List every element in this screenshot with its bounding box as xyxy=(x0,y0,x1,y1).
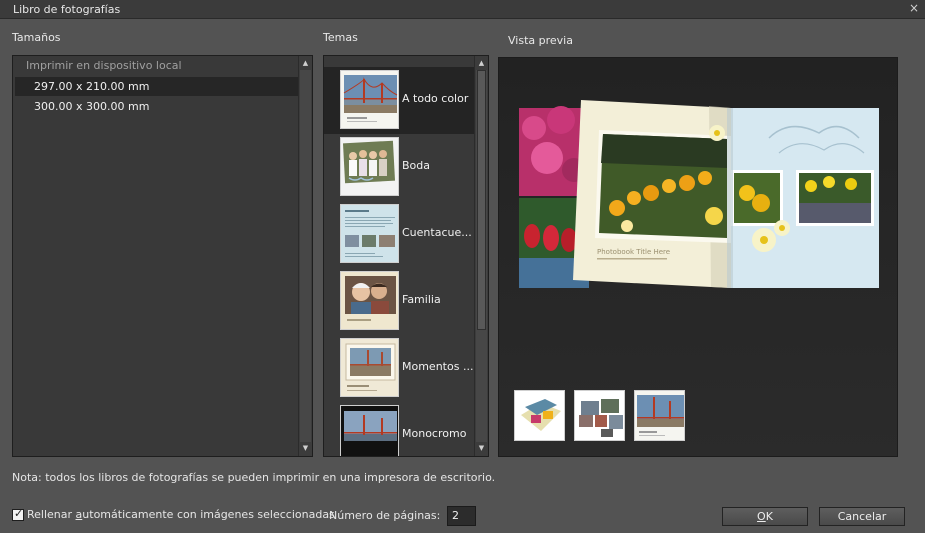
scroll-up-arrow-icon[interactable]: ▲ xyxy=(299,57,312,70)
autofill-label: Rellenar automáticamente con imágenes se… xyxy=(27,508,335,521)
theme-label: Familia xyxy=(402,293,441,306)
ok-button[interactable]: OK xyxy=(722,507,808,526)
sizes-scrollbar[interactable]: ▲ ▼ xyxy=(298,56,312,456)
pages-input[interactable]: 2 xyxy=(447,506,476,526)
theme-label: Monocromo xyxy=(402,427,467,440)
themes-list[interactable]: A todo color Boda Cuentacue... Familia M… xyxy=(323,55,489,457)
theme-item-familia[interactable]: Familia xyxy=(324,268,475,335)
moments-thumbnail-icon xyxy=(340,338,399,397)
theme-item-cuentacuentos[interactable]: Cuentacue... xyxy=(324,201,475,268)
sizes-list[interactable]: Imprimir en dispositivo local 297.00 x 2… xyxy=(12,55,313,457)
scroll-down-arrow-icon[interactable]: ▼ xyxy=(299,442,312,455)
monochrome-thumbnail-icon xyxy=(340,405,399,456)
theme-item-a-todo-color[interactable]: A todo color xyxy=(324,67,475,134)
spread-thumbnail-icon[interactable] xyxy=(574,390,625,441)
book-title-text: Photobook Title Here xyxy=(597,248,670,256)
wedding-thumbnail-icon xyxy=(340,137,399,196)
preview-area: Photobook Title Here xyxy=(498,57,898,457)
print-note: Nota: todos los libros de fotografías se… xyxy=(12,471,496,484)
scroll-thumb[interactable] xyxy=(477,70,486,330)
pages-label: Número de páginas: xyxy=(329,509,441,522)
family-thumbnail-icon xyxy=(340,271,399,330)
theme-label: Boda xyxy=(402,159,430,172)
sizes-group-header: Imprimir en dispositivo local xyxy=(26,59,182,72)
themes-heading: Temas xyxy=(323,31,358,44)
theme-label: Momentos ... xyxy=(402,360,474,373)
cancel-button[interactable]: Cancelar xyxy=(819,507,905,526)
theme-item-boda[interactable]: Boda xyxy=(324,134,475,201)
themes-scrollbar[interactable]: ▲ ▼ xyxy=(474,56,488,456)
checkmark-icon: ✓ xyxy=(14,506,24,520)
size-item-300x300[interactable]: 300.00 x 300.00 mm xyxy=(15,97,299,116)
storybook-thumbnail-icon xyxy=(340,204,399,263)
autofill-checkbox[interactable]: ✓ xyxy=(12,506,24,521)
window-title: Libro de fotografías xyxy=(13,3,121,16)
golden-gate-thumbnail-icon xyxy=(340,70,399,129)
close-icon[interactable]: × xyxy=(909,1,919,15)
scroll-up-arrow-icon[interactable]: ▲ xyxy=(475,57,488,70)
theme-item-monocromo[interactable]: Monocromo xyxy=(324,402,475,456)
scroll-down-arrow-icon[interactable]: ▼ xyxy=(475,442,488,455)
size-item-297x210[interactable]: 297.00 x 210.00 mm xyxy=(15,77,299,96)
title-bar: Libro de fotografías × xyxy=(0,0,925,19)
sizes-heading: Tamaños xyxy=(12,31,61,44)
preview-heading: Vista previa xyxy=(508,34,573,47)
scroll-track[interactable] xyxy=(476,70,487,442)
theme-item-momentos[interactable]: Momentos ... xyxy=(324,335,475,402)
theme-label: Cuentacue... xyxy=(402,226,472,239)
autofill-option[interactable]: ✓ Rellenar automáticamente con imágenes … xyxy=(12,506,335,521)
scroll-track[interactable] xyxy=(300,70,311,442)
page-thumbnail-icon[interactable] xyxy=(634,390,685,441)
cover-thumbnail-icon[interactable] xyxy=(514,390,565,441)
theme-label: A todo color xyxy=(402,92,469,105)
